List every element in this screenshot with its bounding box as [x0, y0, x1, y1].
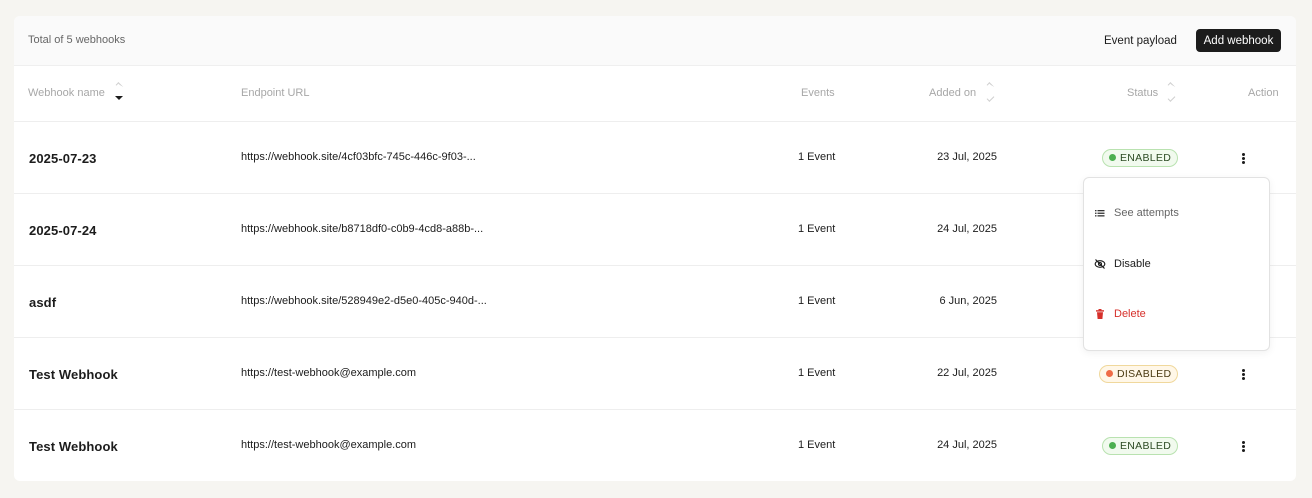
menu-item-disable[interactable]: Disable	[1094, 256, 1151, 272]
added-date: 23 Jul, 2025	[937, 151, 997, 163]
webhook-name[interactable]: Test Webhook	[29, 439, 118, 454]
status-badge: ENABLED	[1102, 149, 1179, 167]
status-badge: ENABLED	[1102, 437, 1179, 455]
table-header: Webhook name Endpoint URL Events Added o…	[14, 66, 1296, 122]
table-row[interactable]: Test Webhook https://test-webhook@exampl…	[14, 410, 1296, 481]
row-action-menu: See attempts Disable Delete	[1083, 177, 1270, 351]
status-label: ENABLED	[1120, 440, 1172, 452]
endpoint-url: https://test-webhook@example.com	[241, 367, 417, 379]
sort-added-icon[interactable]	[986, 82, 996, 104]
sort-name-icon[interactable]	[115, 82, 125, 104]
webhook-name[interactable]: Test Webhook	[29, 367, 118, 382]
events-count: 1 Event	[798, 367, 836, 379]
event-payload-button[interactable]: Event payload	[1104, 30, 1177, 52]
column-header-url: Endpoint URL	[241, 87, 310, 99]
webhook-name[interactable]: 2025-07-24	[29, 223, 97, 238]
events-count: 1 Event	[798, 295, 836, 307]
added-date: 6 Jun, 2025	[939, 295, 998, 307]
status-dot-icon	[1109, 442, 1116, 449]
kebab-icon[interactable]	[1236, 364, 1252, 384]
webhook-name[interactable]: 2025-07-23	[29, 151, 97, 166]
column-header-status: Status	[1127, 87, 1159, 99]
menu-item-delete[interactable]: Delete	[1096, 306, 1146, 322]
kebab-icon[interactable]	[1236, 436, 1252, 456]
status-badge: DISABLED	[1099, 365, 1179, 383]
add-webhook-button[interactable]: Add webhook	[1196, 29, 1281, 52]
events-count: 1 Event	[798, 223, 836, 235]
endpoint-url: https://webhook.site/528949e2-d5e0-405c-…	[241, 295, 487, 307]
list-icon	[1095, 210, 1105, 217]
trash-icon	[1096, 309, 1104, 319]
status-dot-icon	[1106, 370, 1113, 377]
status-label: ENABLED	[1120, 152, 1172, 164]
status-dot-icon	[1109, 154, 1116, 161]
added-date: 22 Jul, 2025	[937, 367, 997, 379]
kebab-icon[interactable]	[1236, 148, 1252, 168]
table-toolbar: Total of 5 webhooks Event payload Add we…	[14, 16, 1296, 66]
column-header-added: Added on	[929, 87, 977, 99]
endpoint-url: https://webhook.site/b8718df0-c0b9-4cd8-…	[241, 223, 484, 235]
events-count: 1 Event	[798, 151, 836, 163]
events-count: 1 Event	[798, 439, 836, 451]
endpoint-url: https://test-webhook@example.com	[241, 439, 417, 451]
status-label: DISABLED	[1117, 368, 1172, 380]
endpoint-url: https://webhook.site/4cf03bfc-745c-446c-…	[241, 151, 476, 163]
added-date: 24 Jul, 2025	[937, 439, 997, 451]
column-header-name: Webhook name	[28, 87, 105, 99]
menu-item-see-attempts[interactable]: See attempts	[1095, 205, 1179, 221]
webhook-name[interactable]: asdf	[29, 295, 56, 310]
column-header-events: Events	[801, 87, 835, 99]
menu-item-label: Disable	[1114, 258, 1151, 270]
eye-off-icon	[1094, 259, 1106, 269]
total-count: Total of 5 webhooks	[28, 34, 126, 46]
added-date: 24 Jul, 2025	[937, 223, 997, 235]
sort-status-icon[interactable]	[1167, 82, 1177, 104]
column-header-action: Action	[1248, 87, 1279, 99]
menu-item-label: See attempts	[1114, 207, 1179, 219]
menu-item-label: Delete	[1114, 308, 1146, 320]
